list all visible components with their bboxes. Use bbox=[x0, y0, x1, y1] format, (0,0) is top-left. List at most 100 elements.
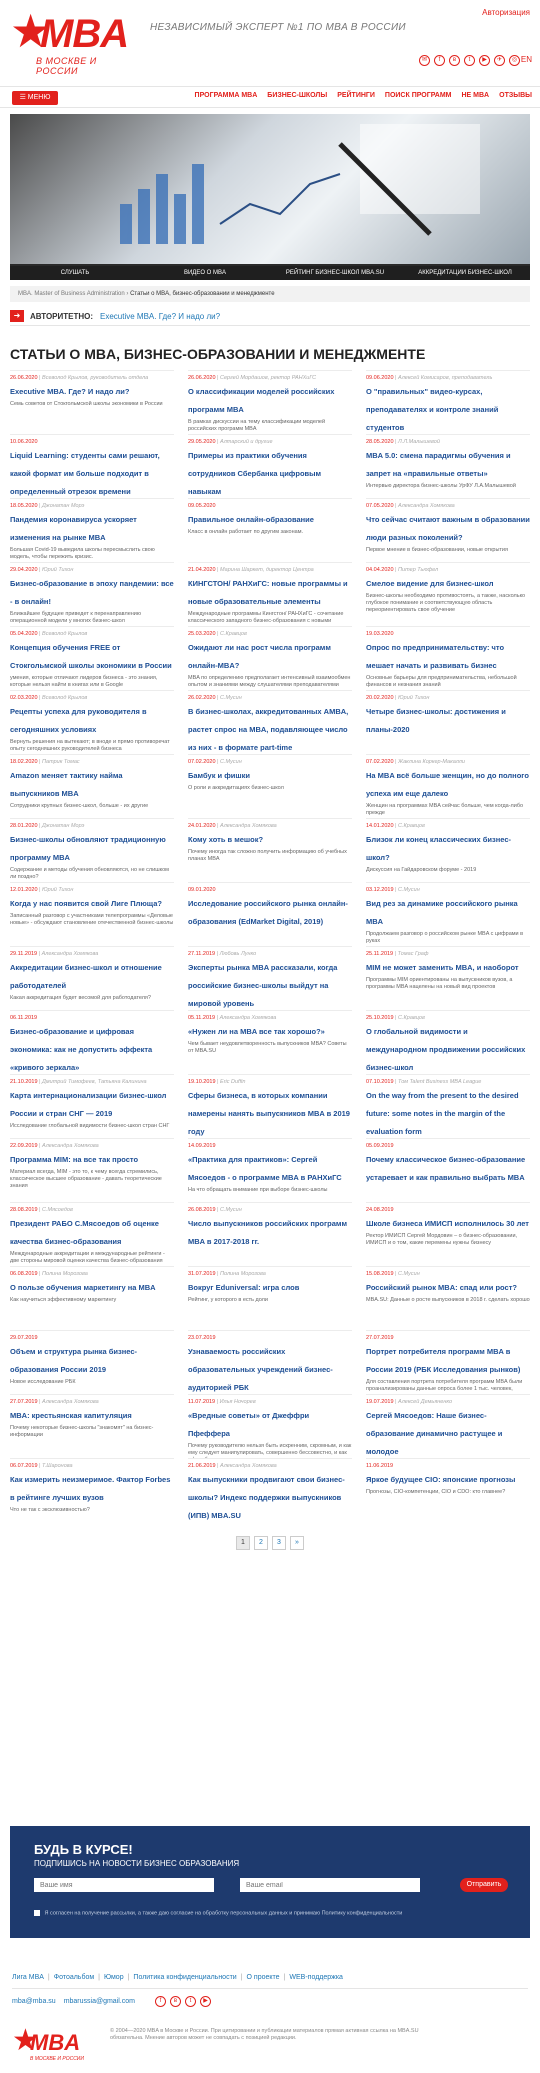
article-title[interactable]: Вид рез за динамике российского рынка MB… bbox=[366, 899, 518, 926]
article-title[interactable]: Российский рынок MBA: спад или рост? bbox=[366, 1283, 517, 1292]
article-title[interactable]: Эксперты рынка MBA рассказали, когда рос… bbox=[188, 963, 337, 1008]
article-title[interactable]: КИНГСТОН/ РАНХиГС: новые программы и нов… bbox=[188, 579, 348, 606]
footer-link[interactable]: Политика конфиденциальности bbox=[133, 1974, 236, 1981]
article-title[interactable]: О глобальной видимости и международном п… bbox=[366, 1027, 525, 1072]
article-title[interactable]: В бизнес-школах, аккредитованных AMBA, р… bbox=[188, 707, 348, 752]
article-title[interactable]: Что сейчас считают важным в образовании … bbox=[366, 515, 530, 542]
article-title[interactable]: Бамбук и фишки bbox=[188, 771, 250, 780]
email-input[interactable] bbox=[240, 1878, 420, 1892]
article-card[interactable]: 24.08.2019 Школе бизнеса ИМИСП исполнилос… bbox=[366, 1202, 530, 1266]
nav-link-4[interactable]: НЕ MBA bbox=[462, 92, 490, 99]
article-title[interactable]: Как выпускники продвигают свои бизнес-шк… bbox=[188, 1475, 345, 1520]
article-title[interactable]: Смелое видение для бизнес-школ bbox=[366, 579, 493, 588]
article-title[interactable]: Узнаваемость российских образовательных … bbox=[188, 1347, 333, 1392]
instagram-icon[interactable]: ◎ bbox=[509, 55, 520, 66]
article-card[interactable]: 09.05.2020 Правильное онлайн-образование К… bbox=[188, 498, 352, 562]
facebook-icon[interactable]: f bbox=[434, 55, 445, 66]
article-title[interactable]: Объем и структура рынка бизнес-образован… bbox=[10, 1347, 137, 1374]
article-title[interactable]: Сферы бизнеса, в которых компании намере… bbox=[188, 1091, 350, 1136]
footer-email[interactable]: mba@mba.su bbox=[12, 1998, 56, 2005]
article-title[interactable]: Рецепты успеха для руководителя в сегодн… bbox=[10, 707, 147, 734]
article-card[interactable]: 21.04.2020 | Марина Шаркет, директор Цен… bbox=[188, 562, 352, 626]
article-card[interactable]: 25.03.2020 | С.Кравцов Ожидают ли нас рос… bbox=[188, 626, 352, 690]
menu-button[interactable]: ☰ МЕНЮ bbox=[12, 91, 58, 105]
article-title[interactable]: «Практика для практиков»: Сергей Мясоедо… bbox=[188, 1155, 342, 1182]
article-title[interactable]: MBA: крестьянская капитуляция bbox=[10, 1411, 132, 1420]
article-title[interactable]: Программа MIM: на все так просто bbox=[10, 1155, 138, 1164]
article-title[interactable]: Правильное онлайн-образование bbox=[188, 515, 314, 524]
article-title[interactable]: Четыре бизнес-школы: достижения и планы-… bbox=[366, 707, 506, 734]
article-card[interactable]: 15.08.2019 | С.Мусин Российский рынок MBA… bbox=[366, 1266, 530, 1330]
article-card[interactable]: 28.08.2019 | С.Мясоедов Президент РАБО С.… bbox=[10, 1202, 174, 1266]
article-card[interactable]: 25.11.2019 | Томас Граф MIM не может заме… bbox=[366, 946, 530, 1010]
article-card[interactable]: 31.07.2019 | Полина Морозова Вокруг Eduni… bbox=[188, 1266, 352, 1330]
article-title[interactable]: Вокруг Eduniversal: игра слов bbox=[188, 1283, 299, 1292]
article-card[interactable]: 23.07.2019 Узнаваемость российских образо… bbox=[188, 1330, 352, 1394]
article-card[interactable]: 12.01.2020 | Юрий Тихон Когда у нас появи… bbox=[10, 882, 174, 946]
ticker-link[interactable]: Executive MBA. Где? И надо ли? bbox=[100, 312, 220, 321]
article-card[interactable]: 25.10.2019 | С.Кравцов О глобальной видим… bbox=[366, 1010, 530, 1074]
article-title[interactable]: Кому хоть в мешок? bbox=[188, 835, 263, 844]
article-card[interactable]: 26.06.2020 | Сергей Мордашов, ректор РАН… bbox=[188, 370, 352, 434]
article-card[interactable]: 05.04.2020 | Всеволод Крылов Концепция об… bbox=[10, 626, 174, 690]
subscribe-button[interactable]: Отправить bbox=[460, 1878, 508, 1892]
article-card[interactable]: 29.04.2020 | Юрий Тихон Бизнес-образовани… bbox=[10, 562, 174, 626]
hero-tab-0[interactable]: СЛУШАТЬ bbox=[10, 266, 140, 280]
youtube-icon[interactable]: ▶ bbox=[479, 55, 490, 66]
hero-tab-2[interactable]: РЕЙТИНГ БИЗНЕС-ШКОЛ MBA.SU bbox=[270, 266, 400, 280]
article-title[interactable]: Число выпускников российских программ MB… bbox=[188, 1219, 347, 1246]
article-card[interactable]: 04.04.2020 | Питер Тьюфел Смелое видение … bbox=[366, 562, 530, 626]
article-card[interactable]: 06.07.2019 | Т.Шаронова Как измерить неиз… bbox=[10, 1458, 174, 1522]
article-card[interactable]: 20.02.2020 | Юрий Тихон Четыре бизнес-шко… bbox=[366, 690, 530, 754]
article-card[interactable]: 21.06.2019 | Александра Хомякова Как выпу… bbox=[188, 1458, 352, 1522]
article-card[interactable]: 19.03.2020 Опрос по предпринимательству: … bbox=[366, 626, 530, 690]
page-3[interactable]: 3 bbox=[272, 1536, 286, 1550]
facebook-icon[interactable]: f bbox=[155, 1996, 166, 2007]
article-card[interactable]: 09.06.2020 | Алексей Комисаров, преподав… bbox=[366, 370, 530, 434]
twitter-icon[interactable]: t bbox=[185, 1996, 196, 2007]
article-title[interactable]: Как измерить неизмеримое. Фактор Forbes … bbox=[10, 1475, 170, 1502]
telegram-icon[interactable]: ✈ bbox=[494, 55, 505, 66]
article-title[interactable]: Школе бизнеса ИМИСП исполнилось 30 лет bbox=[366, 1219, 529, 1228]
article-title[interactable]: Яркое будущее CIO: японские прогнозы bbox=[366, 1475, 515, 1484]
article-title[interactable]: Аккредитации бизнес-школ и отношение раб… bbox=[10, 963, 162, 990]
article-title[interactable]: On the way from the present to the desir… bbox=[366, 1091, 519, 1136]
article-card[interactable]: 11.07.2019 | Илья Ночорев «Вредные советы… bbox=[188, 1394, 352, 1458]
article-card[interactable]: 10.06.2020 Liquid Learning: студенты сами… bbox=[10, 434, 174, 498]
article-card[interactable]: 09.01.2020 Исследование российского рынка… bbox=[188, 882, 352, 946]
article-title[interactable]: Концепция обучения FREE от Стокгольмской… bbox=[10, 643, 172, 670]
page-1[interactable]: 1 bbox=[236, 1536, 250, 1550]
language-switch[interactable]: EN bbox=[521, 55, 532, 64]
article-title[interactable]: MBA 5.0: смена парадигмы обучения и запр… bbox=[366, 451, 511, 478]
article-card[interactable]: 07.05.2020 | Александра Хомякова Что сейч… bbox=[366, 498, 530, 562]
article-card[interactable]: 22.09.2019 | Александра Хомякова Программ… bbox=[10, 1138, 174, 1202]
article-title[interactable]: Executive MBA. Где? И надо ли? bbox=[10, 387, 129, 396]
article-title[interactable]: «Вредные советы» от Джеффри Пфеффера bbox=[188, 1411, 309, 1438]
article-card[interactable]: 06.11.2019 Бизнес-образование и цифровая … bbox=[10, 1010, 174, 1074]
article-title[interactable]: О классификации моделей российских прогр… bbox=[188, 387, 334, 414]
article-card[interactable]: 21.10.2019 | Дмитрий Тимофеев, Татьяна К… bbox=[10, 1074, 174, 1138]
article-title[interactable]: MIM не может заменить MBA, и наоборот bbox=[366, 963, 519, 972]
breadcrumb-root[interactable]: MBA. Master of Business Administration bbox=[18, 291, 125, 297]
article-card[interactable]: 11.06.2019 Яркое будущее CIO: японские пр… bbox=[366, 1458, 530, 1522]
article-card[interactable]: 28.05.2020 | Л.Л.Малышевой MBA 5.0: смена… bbox=[366, 434, 530, 498]
article-card[interactable]: 27.07.2019 Портрет потребителя программ M… bbox=[366, 1330, 530, 1394]
article-title[interactable]: Amazon меняет тактику найма выпускников … bbox=[10, 771, 123, 798]
vk-icon[interactable]: в bbox=[449, 55, 460, 66]
article-card[interactable]: 02.03.2020 | Всеволод Крылов Рецепты успе… bbox=[10, 690, 174, 754]
article-title[interactable]: «Нужен ли на MBA все так хорошо?» bbox=[188, 1027, 325, 1036]
article-card[interactable]: 07.10.2019 | Том Talent Business MBA Lea… bbox=[366, 1074, 530, 1138]
footer-link[interactable]: Юмор bbox=[104, 1974, 124, 1981]
article-title[interactable]: О пользе обучения маркетингу на MBA bbox=[10, 1283, 156, 1292]
article-title[interactable]: Почему классическое бизнес-образование у… bbox=[366, 1155, 525, 1182]
nav-link-2[interactable]: РЕЙТИНГИ bbox=[337, 92, 375, 99]
article-title[interactable]: Liquid Learning: студенты сами решают, к… bbox=[10, 451, 160, 496]
article-title[interactable]: Примеры из практики обучения сотрудников… bbox=[188, 451, 321, 496]
consent-checkbox[interactable] bbox=[34, 1910, 40, 1916]
article-title[interactable]: Опрос по предпринимательству: что мешает… bbox=[366, 643, 504, 670]
article-card[interactable]: 28.01.2020 | Джонатан Морэ Бизнес-школы о… bbox=[10, 818, 174, 882]
article-card[interactable]: 06.08.2019 | Полина Морозова О пользе обу… bbox=[10, 1266, 174, 1330]
article-card[interactable]: 29.05.2020 | Алтарский и другие Примеры и… bbox=[188, 434, 352, 498]
article-title[interactable]: Бизнес-школы обновляют традиционную прог… bbox=[10, 835, 166, 862]
nav-link-1[interactable]: БИЗНЕС-ШКОЛЫ bbox=[267, 92, 327, 99]
